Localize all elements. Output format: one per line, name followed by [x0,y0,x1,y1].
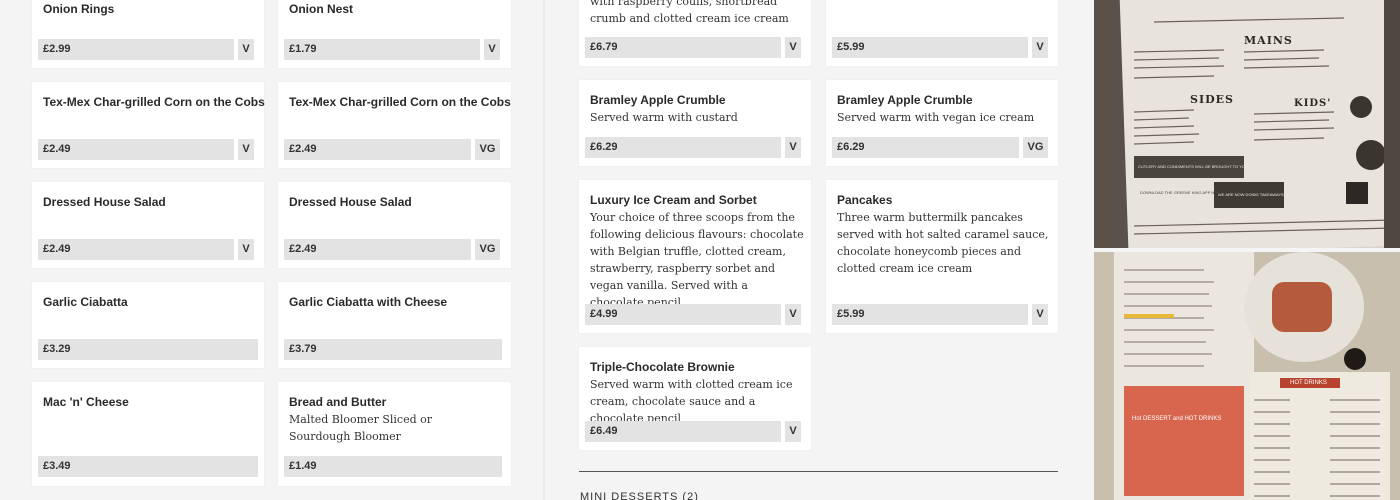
item-title: Bramley Apple Crumble [590,93,726,107]
diet-badge: V [785,37,801,58]
diet-badge: V [1032,304,1048,325]
menu-item-card[interactable]: £5.99 V [826,0,1058,66]
item-title: Garlic Ciabatta with Cheese [289,295,448,309]
cutlery-text: CUTLERY AND CONDIMENTS WILL BE BROUGHT T… [1138,164,1265,169]
menu-item-card[interactable]: Bramley Apple Crumble Served warm with v… [826,80,1058,166]
adults-badge [1356,140,1386,170]
item-description: Served warm with vegan ice cream [837,111,1035,124]
item-title: Luxury Ice Cream and Sorbet [590,193,757,207]
app-promo-text: DOWNLOAD THE GREENE KING APP NOW! [1140,190,1223,195]
item-description: Three warm buttermilk pancakes served wi… [837,211,1049,275]
hot-drinks-list [1254,399,1380,497]
diet-badge: V [238,39,254,60]
item-price: £3.79 [284,339,502,360]
menu-item-card[interactable]: Bread and Butter Malted Bloomer Sliced o… [278,382,511,486]
hot-drinks-heading: HOT DRINKS [1290,380,1327,386]
menu-item-card[interactable]: Garlic Ciabatta with Cheese £3.79 [278,282,511,368]
cutlery-banner: CUTLERY AND CONDIMENTS WILL BE BROUGHT T… [1134,156,1264,178]
diet-badge: V [785,421,801,442]
item-title: Garlic Ciabatta [43,295,128,309]
diet-badge: VG [475,239,500,260]
menu-photo-mains[interactable]: MAINS SIDES KIDS' CUTLERY AND CONDIMENTS [1094,0,1400,248]
dessert-card-title: Hot DESSERT and HOT DRINKS [1132,416,1222,422]
item-title: Pancakes [837,193,893,207]
item-title: Onion Rings [43,2,115,16]
diet-badge: VG [1023,137,1048,158]
menu-item-card[interactable]: Tex-Mex Char-grilled Corn on the Cobs £2… [278,82,511,168]
diet-badge: V [785,304,801,325]
menu-item-card[interactable]: Garlic Ciabatta £3.29 [32,282,264,368]
menu-item-card[interactable]: Tex-Mex Char-grilled Corn on the Cobs £2… [32,82,265,168]
item-price: £1.49 [284,456,502,477]
side-strip [1384,0,1400,248]
diet-badge: V [238,239,254,260]
item-title: Triple-Chocolate Brownie [590,360,735,374]
dessert-food [1272,282,1332,332]
menu-text-lines [1133,17,1395,235]
menu-item-card[interactable]: Bramley Apple Crumble Served warm with c… [579,80,811,166]
item-price: £6.79 [585,37,781,58]
diet-badge: V [238,139,254,160]
takeaway-text: WE ARE NOW DOING TAKEAWAYS [1218,192,1284,197]
diet-badge: V [785,137,801,158]
item-description: Malted Bloomer Sliced or Sourdough Bloom… [289,413,433,443]
menu-item-card[interactable]: Pancakes Three warm buttermilk pancakes … [826,180,1058,333]
item-price: £2.49 [38,239,234,260]
item-title: Bread and Butter [289,395,387,409]
item-title: Onion Nest [289,2,354,16]
hot-drinks-panel: HOT DRINKS [1250,372,1390,500]
takeaway-banner: WE ARE NOW DOING TAKEAWAYS [1214,182,1284,208]
item-price: £2.49 [38,139,234,160]
section-divider [579,471,1058,472]
item-price: £1.79 [284,39,480,60]
item-description: Served warm with custard [590,111,738,124]
item-price: £2.49 [284,239,471,260]
item-price: £5.99 [832,37,1028,58]
menu-item-card[interactable]: Onion Nest £1.79 V [278,0,511,68]
item-price: £6.49 [585,421,781,442]
menu-item-card[interactable]: with raspberry coulis, shortbread crumb … [579,0,811,66]
item-title: Dressed House Salad [43,195,166,209]
item-title: Tex-Mex Char-grilled Corn on the Cobs [43,95,265,109]
menu-item-card[interactable]: Mac 'n' Cheese £3.49 [32,382,264,486]
item-price: £6.29 [585,137,781,158]
qr-code [1346,182,1368,204]
menu-item-card[interactable]: Dressed House Salad £2.49 V [32,182,264,268]
menu-item-card[interactable]: Triple-Chocolate Brownie Served warm wit… [579,347,811,450]
item-description: with raspberry coulis, shortbread crumb … [590,0,789,25]
diet-badge: V [484,39,500,60]
diet-badge: VG [475,139,500,160]
item-price: £2.99 [38,39,234,60]
coffee-cup [1344,348,1366,370]
menu-item-card[interactable]: Onion Rings £2.99 V [32,0,264,68]
item-title: Tex-Mex Char-grilled Corn on the Cobs [289,95,511,109]
item-price: £2.49 [284,139,471,160]
item-title: Dressed House Salad [289,195,412,209]
item-description: Your choice of three scoops from the fol… [590,211,804,309]
menu-photo-desserts[interactable]: Hot DESSERT and HOT DRINKS HOT DRINKS [1094,252,1400,500]
item-description: Served warm with clotted cream ice cream… [590,378,793,425]
diet-badge: V [1032,37,1048,58]
item-price: £3.49 [38,456,258,477]
column-divider [543,0,545,500]
menu-item-card[interactable]: Luxury Ice Cream and Sorbet Your choice … [579,180,811,333]
item-title: Mac 'n' Cheese [43,395,129,409]
item-price: £3.29 [38,339,258,360]
item-price: £4.99 [585,304,781,325]
menu-item-card[interactable]: Dressed House Salad £2.49 VG [278,182,511,268]
section-heading-mini-desserts[interactable]: MINI DESSERTS (2) [580,491,699,500]
item-price: £6.29 [832,137,1019,158]
dessert-card: Hot DESSERT and HOT DRINKS [1124,386,1244,496]
item-title: Bramley Apple Crumble [837,93,973,107]
kids-badge [1350,96,1372,118]
hot-drinks-header: HOT DRINKS [1280,378,1340,388]
item-price: £5.99 [832,304,1028,325]
